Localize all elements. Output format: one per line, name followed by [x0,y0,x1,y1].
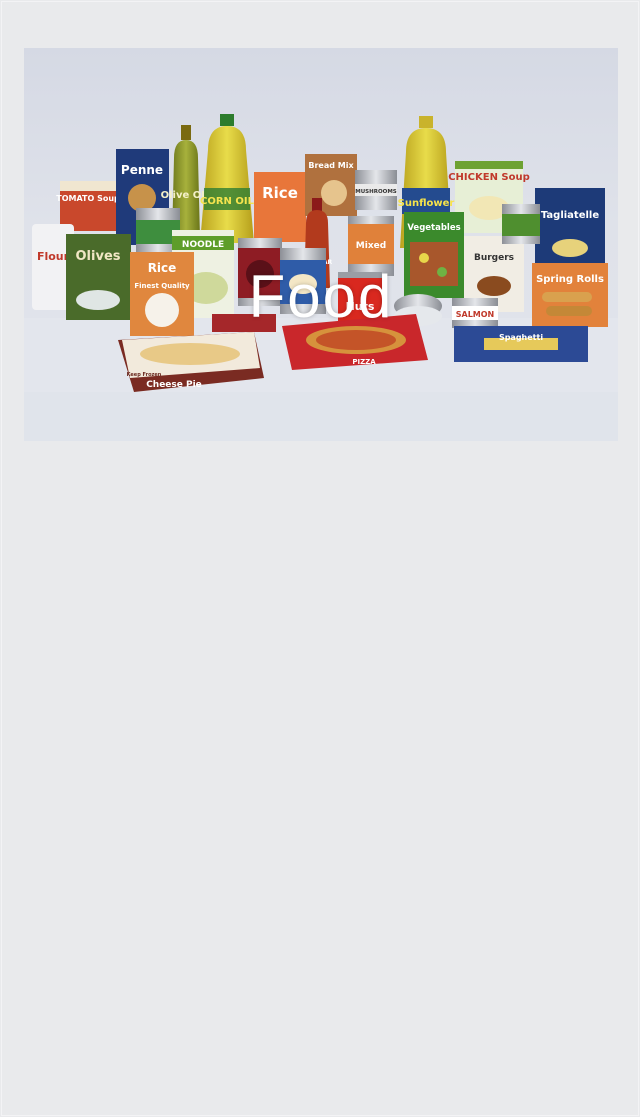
corn-oil-label: CORN OIL [200,196,255,207]
cheese-pie-label: Cheese Pie [146,380,202,390]
pizza-label: PIZZA [352,358,376,366]
banner-title: Food [248,263,394,330]
keep-frozen-label: Keep Frozen [127,372,162,378]
rice-top-label: Rice [262,184,298,202]
grocery-products-image: TOMATO Soup Penne Olive OIL CORN OIL Ric… [24,114,618,441]
food-category-banner[interactable]: TOMATO Soup Penne Olive OIL CORN OIL Ric… [24,48,618,441]
tagliatelle-box: Tagliatelle [535,188,605,264]
noodle-label: NOODLE [182,240,224,250]
penne-label: Penne [121,163,163,177]
sunflower-label: Sunflower [398,198,455,209]
corn-oil-bottle: CORN OIL [200,114,255,243]
tomato-soup-label: TOMATO Soup [56,194,120,203]
tomato-soup-box: TOMATO Soup [56,181,120,231]
bread-mix-label: Bread Mix [308,161,354,170]
mushrooms-label: MUSHROOMS [355,189,397,195]
mixed-label: Mixed [356,241,386,251]
spaghetti-label: Spaghetti [499,333,543,342]
green-tin [502,204,540,244]
mushrooms-can: MUSHROOMS [355,170,397,210]
chicken-soup-label: CHICKEN Soup [448,172,530,183]
tagliatelle-label: Tagliatelle [541,210,599,221]
vegetables-label: Vegetables [407,223,460,233]
rice-bag-top: Rice [254,172,306,242]
